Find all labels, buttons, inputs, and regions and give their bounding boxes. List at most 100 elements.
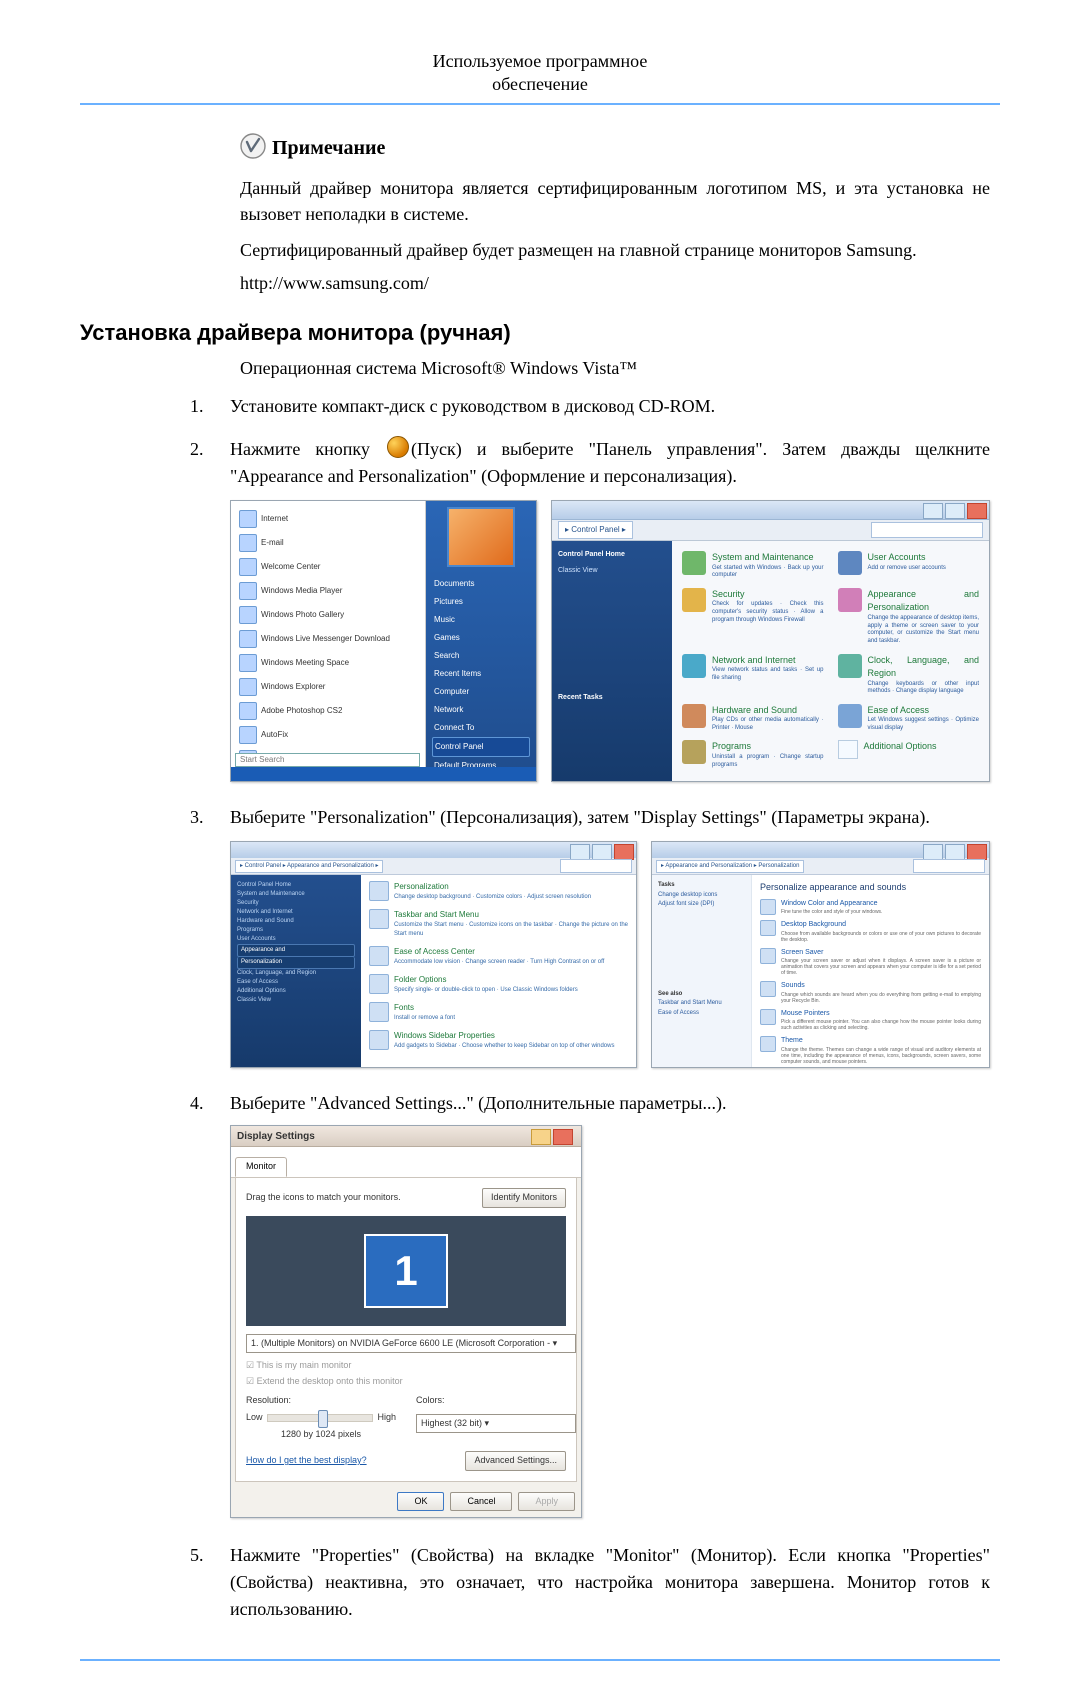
cp-category[interactable]: Appearance and PersonalizationChange the… bbox=[838, 588, 980, 650]
maximize-button[interactable] bbox=[945, 844, 965, 860]
close-button[interactable] bbox=[553, 1129, 573, 1145]
help-button[interactable] bbox=[531, 1129, 551, 1145]
start-right-item[interactable]: Connect To bbox=[432, 719, 530, 737]
tasks-link[interactable]: Adjust font size (DPI) bbox=[658, 900, 745, 910]
cp-category[interactable]: System and MaintenanceGet started with W… bbox=[682, 551, 824, 584]
samsung-link[interactable]: http://www.samsung.com/ bbox=[240, 273, 990, 294]
personalization-item[interactable]: Screen SaverChange your screen saver or … bbox=[760, 948, 981, 977]
category-sub: Uninstall a program · Change startup pro… bbox=[712, 754, 824, 770]
search-box[interactable] bbox=[560, 859, 632, 873]
see-also-link[interactable]: Ease of Access bbox=[658, 1009, 745, 1019]
cp-category[interactable]: Hardware and SoundPlay CDs or other medi… bbox=[682, 704, 824, 737]
start-right-item[interactable]: Network bbox=[432, 701, 530, 719]
search-box[interactable] bbox=[913, 859, 985, 873]
cp-side-link[interactable]: Additional Options bbox=[237, 987, 355, 996]
cp-category[interactable]: Network and InternetView network status … bbox=[682, 654, 824, 700]
cp-side-link[interactable]: Classic View bbox=[237, 996, 355, 1005]
start-menu-item[interactable]: Welcome Center bbox=[237, 555, 419, 579]
start-right-item[interactable]: Games bbox=[432, 629, 530, 647]
address-bar[interactable]: ▸ Control Panel ▸ bbox=[558, 521, 633, 539]
search-box[interactable] bbox=[871, 522, 983, 538]
monitor-1[interactable]: 1 bbox=[364, 1234, 448, 1308]
start-menu-item[interactable]: AutoFix bbox=[237, 723, 419, 747]
best-display-link[interactable]: How do I get the best display? bbox=[246, 1454, 367, 1468]
monitor-select[interactable]: 1. (Multiple Monitors) on NVIDIA GeForce… bbox=[246, 1334, 576, 1354]
start-menu-item[interactable]: Internet bbox=[237, 507, 419, 531]
cp-category[interactable]: Clock, Language, and RegionChange keyboa… bbox=[838, 654, 980, 700]
start-menu-item[interactable]: Windows Photo Gallery bbox=[237, 603, 419, 627]
cp-home[interactable]: Control Panel Home bbox=[558, 549, 666, 561]
start-menu-item[interactable]: E-mail bbox=[237, 531, 419, 555]
start-right-item[interactable]: Recent Items bbox=[432, 665, 530, 683]
identify-monitors-button[interactable]: Identify Monitors bbox=[482, 1188, 566, 1208]
address-bar[interactable]: ▸ Appearance and Personalization ▸ Perso… bbox=[656, 860, 804, 873]
personalization-item[interactable]: Mouse PointersPick a different mouse poi… bbox=[760, 1009, 981, 1032]
close-button[interactable] bbox=[614, 844, 634, 860]
cp-side-link[interactable]: Programs bbox=[237, 926, 355, 935]
step-num: 4. bbox=[190, 1090, 230, 1526]
start-right-item[interactable]: Documents bbox=[432, 575, 530, 593]
app-icon bbox=[239, 702, 257, 720]
start-right-item[interactable]: Pictures bbox=[432, 593, 530, 611]
start-right-item[interactable]: Computer bbox=[432, 683, 530, 701]
cp-side-link[interactable]: Security bbox=[237, 899, 355, 908]
cp-side-link[interactable]: Appearance and bbox=[237, 944, 355, 957]
address-bar[interactable]: ▸ Control Panel ▸ Appearance and Persona… bbox=[235, 860, 383, 873]
start-menu-label: Windows Meeting Space bbox=[261, 657, 349, 669]
see-also-link[interactable]: Taskbar and Start Menu bbox=[658, 999, 745, 1009]
ap-item[interactable]: PersonalizationChange desktop background… bbox=[369, 881, 628, 902]
cp-category[interactable]: User AccountsAdd or remove user accounts bbox=[838, 551, 980, 584]
colors-select[interactable]: Highest (32 bit) ▾ bbox=[416, 1414, 576, 1434]
classic-view[interactable]: Classic View bbox=[558, 565, 666, 577]
cp-category[interactable]: SecurityCheck for updates · Check this c… bbox=[682, 588, 824, 650]
personalization-item[interactable]: ThemeChange the theme. Themes can change… bbox=[760, 1036, 981, 1065]
cancel-button[interactable]: Cancel bbox=[450, 1492, 512, 1512]
ap-item[interactable]: Ease of Access CenterAccommodate low vis… bbox=[369, 946, 628, 967]
close-button[interactable] bbox=[967, 844, 987, 860]
cp-category[interactable]: Ease of AccessLet Windows suggest settin… bbox=[838, 704, 980, 737]
start-right-item[interactable]: Music bbox=[432, 611, 530, 629]
resolution-slider[interactable] bbox=[267, 1414, 374, 1422]
ok-button[interactable]: OK bbox=[397, 1492, 444, 1512]
start-search[interactable]: Start Search bbox=[235, 753, 420, 767]
cp-side-link[interactable]: System and Maintenance bbox=[237, 890, 355, 899]
minimize-button[interactable] bbox=[570, 844, 590, 860]
category-title: Programs bbox=[712, 740, 824, 754]
personalization-item[interactable]: Window Color and AppearanceFine tune the… bbox=[760, 899, 981, 916]
app-icon bbox=[239, 582, 257, 600]
start-menu-item[interactable]: Windows Meeting Space bbox=[237, 651, 419, 675]
personalization-item[interactable]: Desktop BackgroundChoose from available … bbox=[760, 920, 981, 943]
start-menu-item[interactable]: Windows Explorer bbox=[237, 675, 419, 699]
ap-item[interactable]: Folder OptionsSpecify single- or double-… bbox=[369, 974, 628, 995]
minimize-button[interactable] bbox=[923, 844, 943, 860]
monitor-tab[interactable]: Monitor bbox=[235, 1157, 287, 1177]
minimize-button[interactable] bbox=[923, 503, 943, 519]
tasks-link[interactable]: Change desktop icons bbox=[658, 891, 745, 901]
start-menu-item[interactable]: Adobe Photoshop CS2 bbox=[237, 699, 419, 723]
cp-side-link[interactable]: Personalization bbox=[237, 957, 355, 969]
cp-side-link[interactable]: Control Panel Home bbox=[237, 881, 355, 890]
step-text: Нажмите "Properties" (Свойства) на вклад… bbox=[230, 1542, 990, 1623]
ap-item[interactable]: FontsInstall or remove a font bbox=[369, 1002, 628, 1023]
item-title: Screen Saver bbox=[781, 948, 981, 959]
start-right-item[interactable]: Control Panel bbox=[432, 737, 530, 757]
personalization-item[interactable]: SoundsChange which sounds are heard when… bbox=[760, 981, 981, 1004]
maximize-button[interactable] bbox=[945, 503, 965, 519]
cp-side-link[interactable]: Ease of Access bbox=[237, 978, 355, 987]
start-right-item[interactable]: Search bbox=[432, 647, 530, 665]
cp-side-link[interactable]: User Accounts bbox=[237, 935, 355, 944]
ap-item[interactable]: Windows Sidebar PropertiesAdd gadgets to… bbox=[369, 1030, 628, 1051]
start-menu-item[interactable]: Windows Media Player bbox=[237, 579, 419, 603]
screenshot-display-settings: Display Settings Monitor Drag the icons … bbox=[230, 1125, 582, 1518]
monitor-preview[interactable]: 1 bbox=[246, 1216, 566, 1326]
cp-category[interactable]: Additional Options bbox=[838, 740, 980, 773]
cp-side-link[interactable]: Network and Internet bbox=[237, 908, 355, 917]
start-menu-item[interactable]: Windows Live Messenger Download bbox=[237, 627, 419, 651]
cp-side-link[interactable]: Hardware and Sound bbox=[237, 917, 355, 926]
maximize-button[interactable] bbox=[592, 844, 612, 860]
cp-side-link[interactable]: Clock, Language, and Region bbox=[237, 969, 355, 978]
close-button[interactable] bbox=[967, 503, 987, 519]
ap-item[interactable]: Taskbar and Start MenuCustomize the Star… bbox=[369, 909, 628, 939]
advanced-settings-button[interactable]: Advanced Settings... bbox=[465, 1451, 566, 1471]
cp-category[interactable]: ProgramsUninstall a program · Change sta… bbox=[682, 740, 824, 773]
